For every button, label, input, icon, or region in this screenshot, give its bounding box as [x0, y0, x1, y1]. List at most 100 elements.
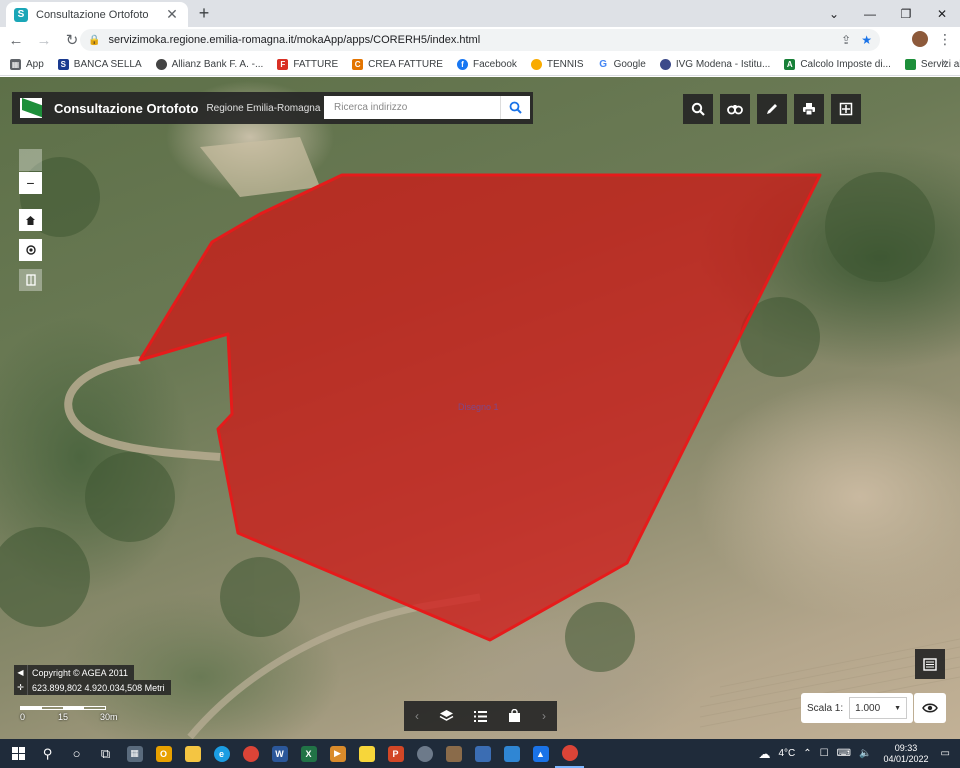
address-bar[interactable]: 🔒 servizimoka.regione.emilia-romagna.it/…	[80, 29, 880, 51]
notification-icon[interactable]: ▭	[941, 748, 950, 759]
cortana-icon[interactable]: ○	[62, 739, 91, 768]
chrome-active-icon[interactable]	[555, 739, 584, 768]
outlook-app-icon[interactable]: O	[149, 739, 178, 768]
browser-menu-icon[interactable]: ⋮	[938, 31, 952, 48]
close-tab-icon[interactable]: ✕	[164, 6, 180, 23]
scale-tick-30: 30m	[100, 712, 118, 722]
window-controls: ⌄ — ❐ ✕	[816, 0, 960, 27]
home-button[interactable]	[19, 209, 42, 231]
powerpoint-app-icon[interactable]: P	[381, 739, 410, 768]
bookmark-tennis[interactable]: TENNIS	[530, 58, 584, 70]
restore-icon[interactable]: ❐	[888, 0, 924, 27]
system-tray: ☁ 4°C ⌃ ☐ ⌨ 🔈 09:33 04/01/2022 ▭	[754, 739, 960, 768]
calcolo-icon: A	[784, 58, 796, 70]
chevron-left-icon[interactable]: ‹	[410, 704, 424, 728]
zoom-in-button[interactable]	[19, 149, 42, 171]
chevron-right-icon[interactable]: ›	[537, 704, 551, 728]
chrome-browser-icon[interactable]	[236, 739, 265, 768]
draw-tool-button[interactable]	[757, 94, 787, 124]
bare-soil	[200, 137, 320, 197]
shopping-bag-icon	[509, 709, 521, 722]
onedrive-icon[interactable]: ☐	[820, 748, 829, 759]
legend-list-button[interactable]	[469, 704, 493, 728]
split-view-icon	[839, 102, 853, 116]
bookmark-calcolo-imposte[interactable]: A Calcolo Imposte di...	[784, 58, 891, 70]
lock-icon[interactable]: 🔒	[88, 35, 100, 46]
print-button[interactable]	[794, 94, 824, 124]
scale-value: 1.000	[855, 702, 881, 714]
sticky-notes-icon[interactable]	[352, 739, 381, 768]
address-search-input[interactable]	[324, 96, 500, 119]
task-view-icon[interactable]: ⧉	[91, 739, 120, 768]
search-button[interactable]	[500, 96, 530, 119]
scale-selector: Scala 1: 1.000 ▼	[801, 693, 913, 723]
upload-app-icon[interactable]: ▲	[526, 739, 555, 768]
scale-dropdown[interactable]: 1.000 ▼	[849, 697, 907, 719]
magnifier-icon	[691, 102, 705, 116]
excel-app-icon[interactable]: X	[294, 739, 323, 768]
bookmark-ivg-modena[interactable]: IVG Modena - Istitu...	[659, 58, 771, 70]
clock[interactable]: 09:33 04/01/2022	[884, 743, 929, 765]
bookmark-apps[interactable]: ▦ App	[10, 58, 44, 70]
tray-chevron-up-icon[interactable]: ⌃	[803, 748, 811, 759]
zoom-out-button[interactable]: −	[19, 172, 42, 194]
polygon-label: Disegno 1	[458, 402, 499, 412]
word-app-icon[interactable]: W	[265, 739, 294, 768]
volume-icon[interactable]: 🔈	[859, 748, 871, 759]
search-taskbar-icon[interactable]: ⚲	[33, 739, 62, 768]
tools-app-icon[interactable]	[439, 739, 468, 768]
binoculars-icon	[727, 105, 743, 115]
calculator-app-icon[interactable]: ▦	[120, 739, 149, 768]
bookmark-servizi-cittadino[interactable]: Servizi al cittadino...	[904, 58, 960, 70]
chevron-down-icon[interactable]: ⌄	[816, 0, 852, 27]
bookmark-label: Allianz Bank F. A. -...	[171, 58, 264, 70]
region-label: Regione Emilia-Romagna	[206, 102, 321, 114]
crea-fatture-icon: C	[352, 58, 364, 70]
bookmark-facebook[interactable]: f Facebook	[456, 58, 517, 70]
bookmark-crea-fatture[interactable]: C CREA FATTURE	[352, 58, 443, 70]
measure-tool-button[interactable]	[720, 94, 750, 124]
profile-avatar[interactable]	[912, 31, 928, 47]
weather-temp[interactable]: 4°C	[778, 748, 795, 759]
bookmark-label: IVG Modena - Istitu...	[675, 58, 771, 70]
visibility-toggle-button[interactable]	[914, 693, 946, 723]
close-window-icon[interactable]: ✕	[924, 0, 960, 27]
bookmark-label: TENNIS	[546, 58, 584, 70]
media-player-icon[interactable]: ▶	[323, 739, 352, 768]
geolocate-button[interactable]	[19, 239, 42, 261]
store-app-icon[interactable]	[497, 739, 526, 768]
minimize-icon[interactable]: —	[852, 0, 888, 27]
bag-button[interactable]	[503, 704, 527, 728]
back-arrow-icon[interactable]: ←	[4, 28, 28, 52]
url-text[interactable]: servizimoka.regione.emilia-romagna.it/mo…	[108, 34, 831, 46]
app-header-panel: Consultazione Ortofoto Regione Emilia-Ro…	[12, 92, 533, 124]
legend-panel-button[interactable]	[915, 649, 945, 679]
edge-browser-icon[interactable]: e	[207, 739, 236, 768]
bookmark-fatture[interactable]: F FATTURE	[277, 58, 339, 70]
bookmark-label: FATTURE	[293, 58, 339, 70]
fullscreen-button[interactable]	[831, 94, 861, 124]
layers-icon	[439, 710, 454, 721]
new-tab-button[interactable]: +	[194, 3, 214, 23]
banca-sella-icon: S	[57, 58, 69, 70]
bookmark-google[interactable]: G Google	[597, 58, 646, 70]
overview-map-button[interactable]	[19, 269, 42, 291]
windows-start-icon[interactable]	[4, 739, 33, 768]
network-icon[interactable]: ⌨	[837, 748, 851, 759]
caret-left-icon[interactable]: ◀	[14, 665, 28, 680]
map-canvas[interactable]: Disegno 1 Consultazione Ortofoto Regione…	[0, 77, 960, 739]
browser-tab[interactable]: S Consultazione Ortofoto ✕	[6, 2, 188, 27]
layers-button[interactable]	[434, 704, 458, 728]
bookmark-star-icon[interactable]: ★	[861, 33, 872, 47]
forward-arrow-icon[interactable]: →	[32, 28, 56, 52]
globe-app-icon[interactable]	[410, 739, 439, 768]
coordinates-text: 623.899,802 4.920.034,508 Metri	[32, 682, 165, 693]
share-icon[interactable]: ⇪	[841, 33, 851, 47]
bookmark-banca-sella[interactable]: S BANCA SELLA	[57, 58, 142, 70]
bookmark-allianz[interactable]: Allianz Bank F. A. -...	[155, 58, 264, 70]
bookmarks-overflow-icon[interactable]: »	[942, 57, 948, 69]
map-search-button[interactable]	[683, 94, 713, 124]
weather-cloud-icon[interactable]: ☁	[758, 747, 770, 761]
monitor-app-icon[interactable]	[468, 739, 497, 768]
file-explorer-icon[interactable]	[178, 739, 207, 768]
